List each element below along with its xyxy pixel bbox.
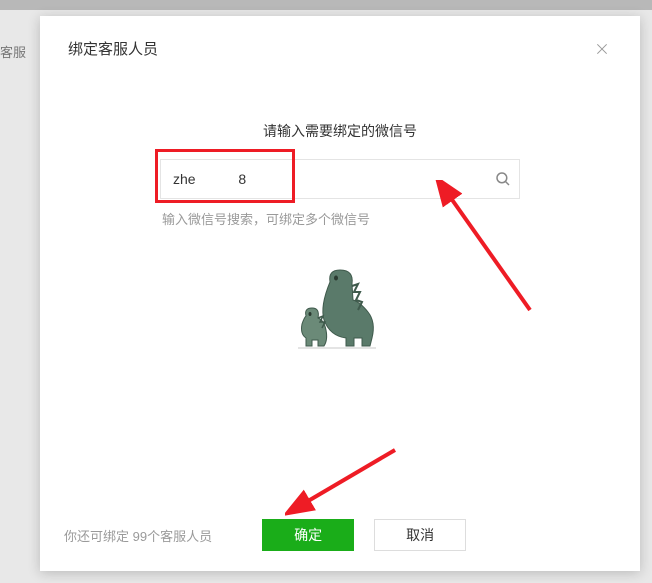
dinosaur-icon bbox=[280, 260, 400, 360]
modal-header: 绑定客服人员 bbox=[40, 16, 640, 69]
close-icon bbox=[594, 41, 610, 57]
backdrop-bar bbox=[0, 0, 652, 10]
search-hint: 输入微信号搜索，可绑定多个微信号 bbox=[160, 209, 520, 228]
prompt-text: 请输入需要绑定的微信号 bbox=[40, 121, 640, 141]
wechat-id-input[interactable] bbox=[160, 159, 520, 199]
backdrop-partial-text: 客服 bbox=[0, 42, 26, 61]
search-row bbox=[160, 159, 520, 199]
cancel-button[interactable]: 取消 bbox=[374, 519, 466, 551]
confirm-button[interactable]: 确定 bbox=[262, 519, 354, 551]
bind-staff-modal: 绑定客服人员 请输入需要绑定的微信号 输入微信号搜索，可绑定多个微信号 bbox=[40, 16, 640, 571]
modal-footer: 你还可绑定 99个客服人员 确定 取消 bbox=[40, 503, 640, 571]
close-button[interactable] bbox=[592, 39, 612, 59]
dinosaur-illustration bbox=[280, 260, 400, 360]
modal-title: 绑定客服人员 bbox=[68, 38, 158, 59]
quota-text: 你还可绑定 99个客服人员 bbox=[64, 526, 212, 545]
search-icon bbox=[494, 170, 512, 188]
search-button[interactable] bbox=[494, 170, 512, 188]
